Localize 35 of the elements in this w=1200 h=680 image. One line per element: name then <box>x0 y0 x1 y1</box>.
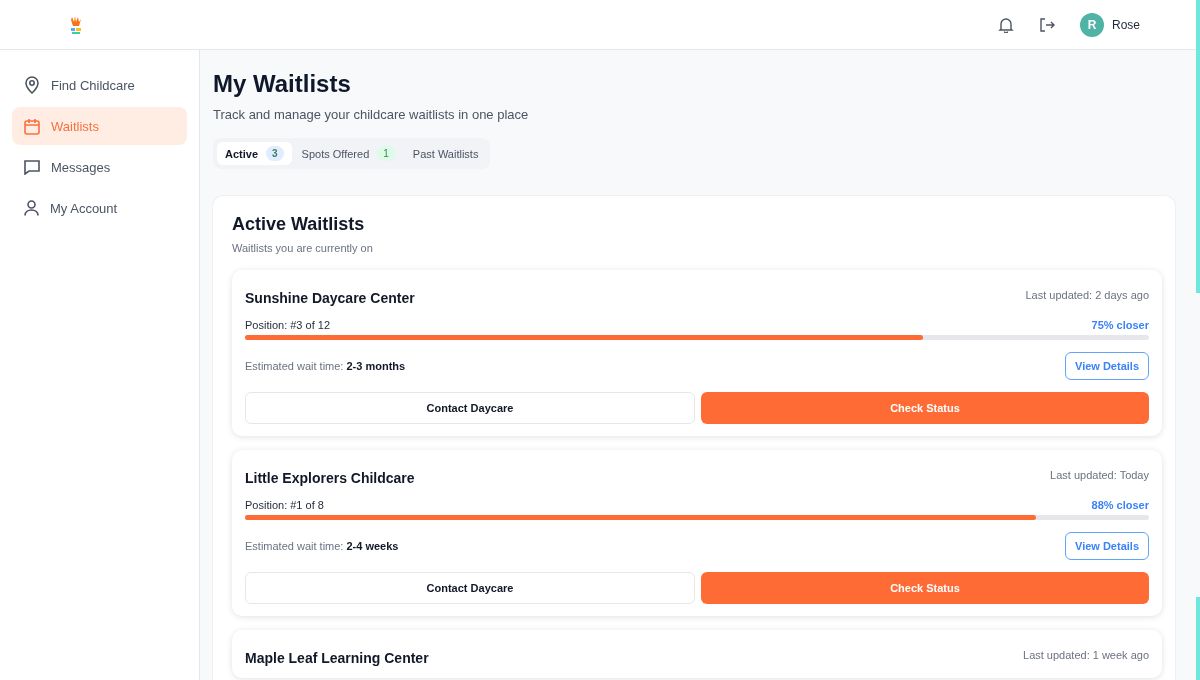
queue-position: Position: #1 of 8 <box>245 499 324 511</box>
last-updated: Last updated: 1 week ago <box>1023 649 1149 661</box>
count-badge: 3 <box>266 146 284 161</box>
queue-position: Position: #3 of 12 <box>245 319 330 331</box>
logout-icon[interactable] <box>1039 16 1055 33</box>
sidebar-item[interactable]: Messages <box>12 148 187 186</box>
page-title: My Waitlists <box>213 70 352 98</box>
estimated-wait-time: Estimated wait time: 2-3 months <box>245 360 406 372</box>
notification-bell-icon[interactable] <box>998 16 1014 33</box>
filter-tab[interactable]: Active 3 <box>217 142 292 165</box>
daycare-name: Little Explorers Childcare <box>245 470 415 486</box>
section-title: Active Waitlists <box>232 214 366 235</box>
person-icon <box>24 200 39 216</box>
last-updated: Last updated: 2 days ago <box>1025 289 1149 301</box>
location-pin-icon <box>24 76 40 94</box>
filter-tab[interactable]: Spots Offered 1 <box>293 142 403 165</box>
section-subtitle: Waitlists you are currently on <box>232 242 374 254</box>
view-details-button[interactable]: View Details <box>1065 352 1149 380</box>
progress-percentage: 88% closer <box>1091 499 1149 511</box>
daycare-name: Maple Leaf Learning Center <box>245 650 429 666</box>
last-updated: Last updated: Today <box>1050 469 1149 481</box>
sidebar-item[interactable]: Find Childcare <box>12 66 187 104</box>
estimated-wait-time: Estimated wait time: 2-4 weeks <box>245 540 399 552</box>
count-badge: 1 <box>377 146 395 161</box>
chat-bubble-icon <box>24 159 40 175</box>
contact-daycare-button[interactable]: Contact Daycare <box>245 392 695 424</box>
contact-daycare-button[interactable]: Contact Daycare <box>245 572 695 604</box>
daycare-name: Sunshine Daycare Center <box>245 290 415 306</box>
page-subtitle: Track and manage your childcare waitlists in one place <box>213 107 530 122</box>
user-name: Rose <box>1112 17 1140 32</box>
sidebar-item[interactable]: My Account <box>12 189 187 227</box>
calendar-icon <box>24 117 40 135</box>
view-details-button[interactable]: View Details <box>1065 532 1149 560</box>
filter-tab[interactable]: Past Waitlists <box>404 142 487 165</box>
progress-percentage: 75% closer <box>1091 319 1149 331</box>
